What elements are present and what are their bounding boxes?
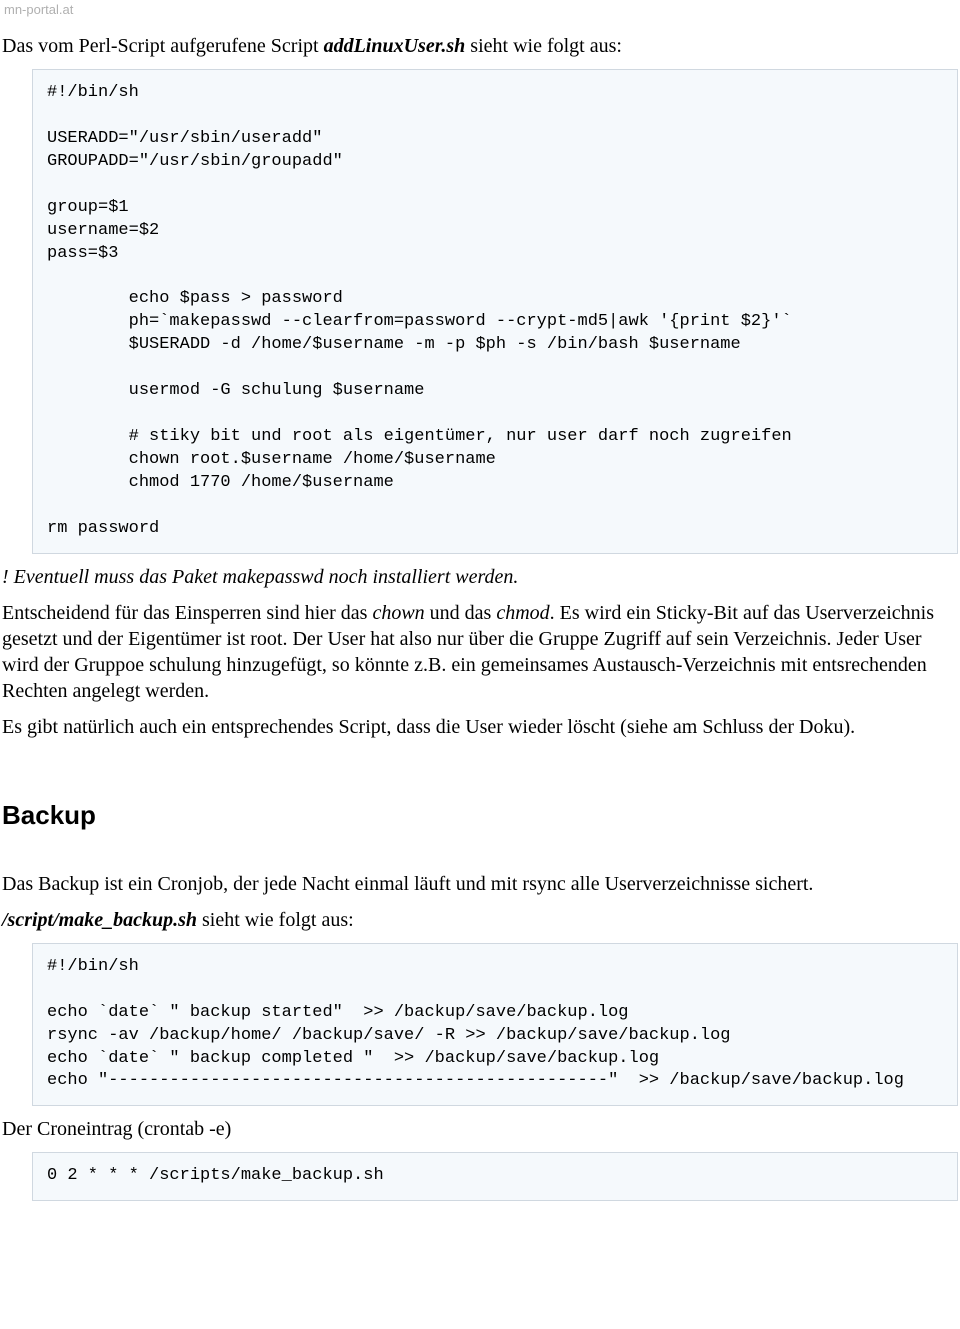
em-chown: chown <box>372 602 424 624</box>
intro-prefix: Das vom Perl-Script aufgerufene Script <box>2 35 324 57</box>
intro-suffix: sieht wie folgt aus: <box>465 35 622 57</box>
script-name-addlinuxuser: addLinuxUser.sh <box>324 35 466 57</box>
paragraph-delete-script: Es gibt natürlich auch ein entsprechende… <box>2 714 958 740</box>
para-chown-p1: Entscheidend für das Einsperren sind hie… <box>2 602 372 624</box>
code-block-addlinuxuser: #!/bin/sh USERADD="/usr/sbin/useradd" GR… <box>32 69 958 554</box>
note-makepasswd-text: ! Eventuell muss das Paket makepasswd no… <box>2 566 518 588</box>
paragraph-chown-chmod: Entscheidend für das Einsperren sind hie… <box>2 600 958 704</box>
em-chmod: chmod <box>496 602 549 624</box>
code-block-makebackup: #!/bin/sh echo `date` " backup started" … <box>32 943 958 1107</box>
heading-backup: Backup <box>2 800 958 831</box>
code-block-crontab: 0 2 * * * /scripts/make_backup.sh <box>32 1152 958 1201</box>
para-chown-p2: und das <box>425 602 497 624</box>
url-bar: mn-portal.at <box>0 0 960 19</box>
script-name-makebackup: /script/make_backup.sh <box>2 909 197 931</box>
backup-script-line: /script/make_backup.sh sieht wie folgt a… <box>2 907 958 933</box>
cron-label: Der Croneintrag (crontab -e) <box>2 1116 958 1142</box>
intro-paragraph: Das vom Perl-Script aufgerufene Script a… <box>2 33 958 59</box>
backup-intro: Das Backup ist ein Cronjob, der jede Nac… <box>2 871 958 897</box>
document-content: Das vom Perl-Script aufgerufene Script a… <box>0 19 960 1231</box>
backup-script-suffix: sieht wie folgt aus: <box>197 909 354 931</box>
note-makepasswd: ! Eventuell muss das Paket makepasswd no… <box>2 564 958 590</box>
